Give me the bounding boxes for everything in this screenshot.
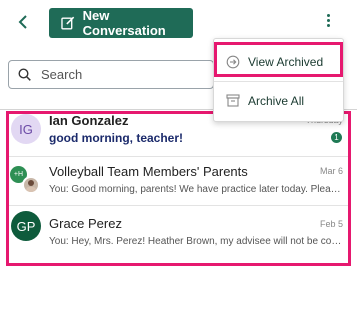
archive-all-menu-item[interactable]: Archive All bbox=[214, 81, 343, 119]
archive-all-label: Archive All bbox=[248, 93, 305, 108]
conversation-time: Mar 6 bbox=[319, 166, 343, 176]
view-archived-menu-item[interactable]: View Archived bbox=[214, 43, 343, 81]
back-chevron-icon[interactable] bbox=[14, 11, 34, 33]
conversation-name: Grace Perez bbox=[49, 216, 122, 231]
search-input[interactable] bbox=[39, 66, 193, 83]
more-options-menu: View Archived Archive All bbox=[213, 38, 344, 122]
conversation-list: IG Ian Gonzalez Thursday good morning, t… bbox=[6, 111, 351, 266]
person-photo-icon bbox=[26, 180, 36, 192]
arrow-circle-icon bbox=[226, 55, 240, 69]
new-conversation-button[interactable]: New Conversation bbox=[49, 8, 193, 38]
conversation-preview: You: Hey, Mrs. Perez! Heather Brown, my … bbox=[49, 236, 345, 247]
avatar: GP bbox=[11, 211, 41, 241]
compose-icon bbox=[61, 16, 75, 30]
view-archived-label: View Archived bbox=[248, 55, 324, 69]
conversation-preview: good morning, teacher! bbox=[49, 131, 184, 145]
unread-badge: 1 bbox=[331, 132, 342, 143]
conversation-row[interactable]: GP Grace Perez Feb 5 You: Hey, Mrs. Pere… bbox=[9, 206, 348, 263]
avatar: IG bbox=[11, 114, 41, 144]
search-icon bbox=[18, 68, 31, 81]
new-conversation-label: New Conversation bbox=[82, 8, 166, 38]
photo-avatar bbox=[22, 176, 40, 194]
archive-box-icon bbox=[226, 94, 240, 107]
conversation-row[interactable]: +H Volleyball Team Members' Parents Mar … bbox=[9, 157, 348, 206]
conversation-name: Ian Gonzalez bbox=[49, 113, 129, 128]
conversation-time: Feb 5 bbox=[319, 219, 343, 229]
search-field[interactable] bbox=[8, 60, 214, 89]
conversation-preview: You: Good morning, parents! We have prac… bbox=[49, 184, 345, 195]
conversation-name: Volleyball Team Members' Parents bbox=[49, 164, 248, 179]
more-options-icon[interactable] bbox=[322, 14, 334, 32]
